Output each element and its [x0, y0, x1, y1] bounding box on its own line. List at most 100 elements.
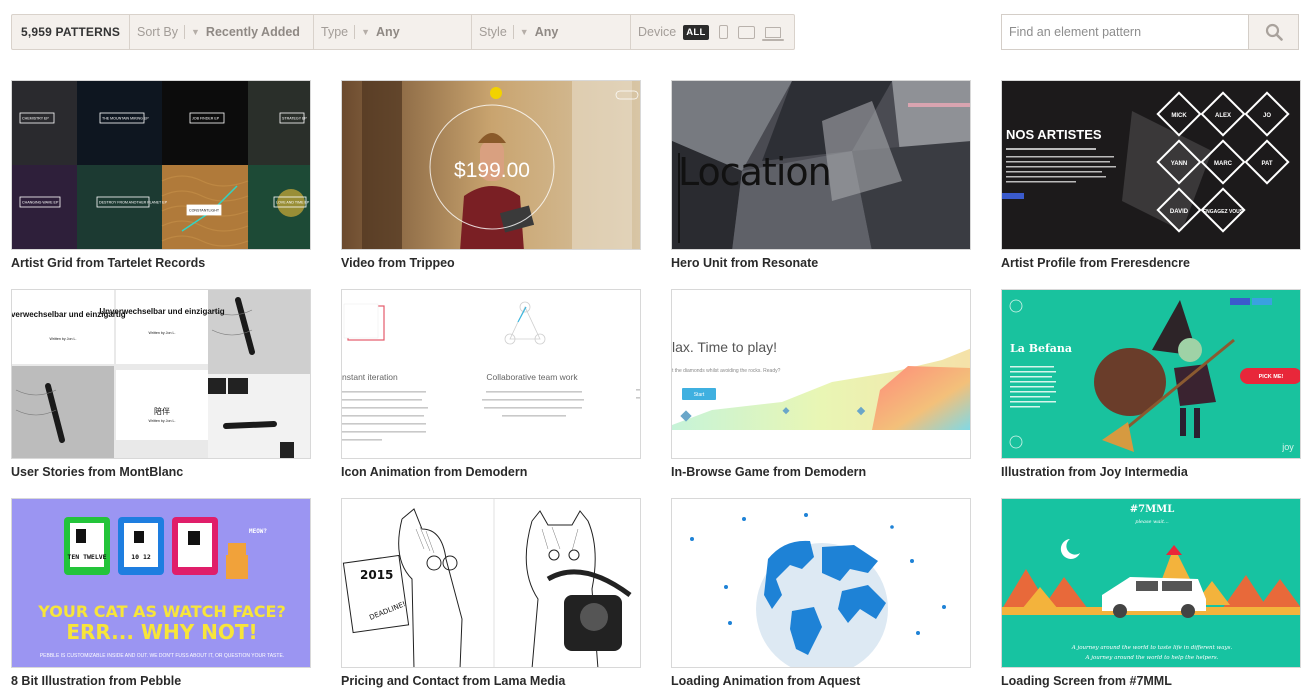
story-byline: Written by Jon L.: [149, 419, 176, 423]
pattern-thumbnail[interactable]: TEN TWELVE 10 12 MEOW? YOUR CAT AS WATCH…: [11, 498, 311, 668]
profile-heading: NOS ARTISTES: [1006, 127, 1102, 142]
search-box: [1001, 14, 1299, 50]
calendar-year: 2015: [360, 568, 393, 582]
sort-by-dropdown[interactable]: Sort By ▼ Recently Added: [130, 15, 314, 49]
album-label: THE MOUNTAIN MIKING EP: [102, 117, 149, 121]
game-start-button: Start: [694, 392, 705, 398]
pattern-card[interactable]: CHEMISTRY EP THE MOUNTAIN MIKING EP JOB …: [11, 80, 311, 270]
pattern-thumbnail[interactable]: 2015 DEADLINE!: [341, 498, 641, 668]
pattern-thumbnail[interactable]: CHEMISTRY EP THE MOUNTAIN MIKING EP JOB …: [11, 80, 311, 250]
illustration-preview: La Befana PICK ME! joy: [1002, 290, 1300, 458]
pattern-title[interactable]: Loading Screen from #7MML: [1001, 674, 1301, 688]
pattern-thumbnail[interactable]: lax. Time to play! t the diamonds whilst…: [671, 289, 971, 459]
promo-headline: YOUR CAT AS WATCH FACE?: [37, 602, 285, 621]
pebble-preview: TEN TWELVE 10 12 MEOW? YOUR CAT AS WATCH…: [12, 499, 310, 667]
pattern-thumbnail[interactable]: NOS ARTISTES MICK ALEX JO YANN MARC PAT: [1001, 80, 1301, 250]
feature-heading-left: nstant iteration: [342, 372, 398, 382]
watch-face-text: TEN TWELVE: [67, 553, 106, 561]
mml-subtitle: please wait...: [1135, 519, 1169, 525]
device-filter: Device ALL: [631, 15, 794, 49]
pattern-card[interactable]: Location Hero Unit from Resonate: [671, 80, 971, 270]
mml-caption: A journey around the world to help the h…: [1085, 655, 1219, 661]
divider: [512, 25, 514, 39]
mml-title: #7MML: [1130, 504, 1175, 515]
illustration-heading: La Befana: [1010, 342, 1072, 355]
laptop-icon[interactable]: [761, 26, 784, 41]
story-chinese: 陪伴: [154, 406, 170, 416]
pattern-thumbnail[interactable]: nstant iteration Collaborative team work: [341, 289, 641, 459]
divider: [354, 25, 356, 39]
hero-word: Location: [678, 150, 831, 194]
sort-by-value: Recently Added: [205, 25, 300, 39]
album-label: LOVE AND TIME EP: [276, 201, 310, 205]
watch-face-text: 10 12: [131, 553, 151, 561]
pattern-card[interactable]: 2015 DEADLINE! Pricing and Contact from …: [341, 498, 641, 688]
pattern-title[interactable]: Artist Profile from Freresdencre: [1001, 256, 1301, 270]
mml-caption: A journey around the world to taste life…: [1071, 645, 1233, 651]
pattern-card[interactable]: Loading Animation from Aquest: [671, 498, 971, 688]
pattern-thumbnail[interactable]: [671, 498, 971, 668]
pattern-title[interactable]: Hero Unit from Resonate: [671, 256, 971, 270]
pattern-title[interactable]: User Stories from MontBlanc: [11, 465, 311, 479]
promo-subtext: PEBBLE IS CUSTOMIZABLE INSIDE AND OUT. W…: [40, 653, 284, 659]
type-label: Type: [321, 25, 349, 39]
pattern-card[interactable]: nstant iteration Collaborative team work…: [341, 289, 641, 479]
artist-name: MARC: [1214, 161, 1233, 167]
album-label: CHANGING WAVE EP: [22, 201, 59, 205]
pattern-title[interactable]: Illustration from Joy Intermedia: [1001, 465, 1301, 479]
story-byline: Written by Jon L.: [50, 337, 77, 341]
pattern-card[interactable]: lax. Time to play! t the diamonds whilst…: [671, 289, 971, 479]
pattern-title[interactable]: Loading Animation from Aquest: [671, 674, 971, 688]
pattern-thumbnail[interactable]: Location: [671, 80, 971, 250]
pattern-thumbnail[interactable]: La Befana PICK ME! joy: [1001, 289, 1301, 459]
hero-unit-preview: Location: [672, 81, 970, 249]
style-label: Style: [479, 25, 507, 39]
artist-name: PAT: [1261, 161, 1272, 167]
feature-heading-right: Collaborative team work: [486, 372, 578, 382]
phone-icon[interactable]: [718, 25, 728, 39]
pricing-contact-preview: 2015 DEADLINE!: [342, 499, 640, 667]
pattern-title[interactable]: 8 Bit Illustration from Pebble: [11, 674, 311, 688]
search-button[interactable]: [1248, 15, 1298, 49]
pattern-card[interactable]: NOS ARTISTES MICK ALEX JO YANN MARC PAT: [1001, 80, 1301, 270]
album-label: DESTROY FROM ANOTHER PLANET EP: [99, 201, 168, 205]
caret-down-icon: ▼: [191, 27, 200, 37]
pattern-card[interactable]: #7MML please wait... A journey around th…: [1001, 498, 1301, 688]
loading-screen-preview: #7MML please wait... A journey around th…: [1002, 499, 1300, 667]
style-dropdown[interactable]: Style ▼ Any: [472, 15, 631, 49]
pattern-title[interactable]: Icon Animation from Demodern: [341, 465, 641, 479]
caret-down-icon: ▼: [361, 27, 371, 37]
artist-name: MICK: [1171, 113, 1187, 119]
artist-name: DAVID: [1170, 209, 1189, 215]
speech-bubble-text: MEOW?: [249, 528, 267, 535]
album-label: STRATEGY EP: [282, 117, 307, 121]
tablet-icon[interactable]: [737, 25, 755, 39]
game-heading: lax. Time to play!: [672, 339, 777, 355]
pattern-title[interactable]: Artist Grid from Tartelet Records: [11, 256, 311, 270]
pick-me-label: PICK ME!: [1259, 374, 1284, 380]
artist-name: ALEX: [1215, 113, 1231, 119]
pattern-title[interactable]: Pricing and Contact from Lama Media: [341, 674, 641, 688]
artist-name: JO: [1263, 113, 1271, 119]
pattern-card[interactable]: La Befana PICK ME! joy Illustration from…: [1001, 289, 1301, 479]
type-dropdown[interactable]: Type ▼ Any: [314, 15, 472, 49]
story-heading: Unverwechselbar und einzigartig: [99, 307, 224, 316]
filter-bar: 5,959 PATTERNS Sort By ▼ Recently Added …: [11, 14, 795, 50]
pattern-title[interactable]: Video from Trippeo: [341, 256, 641, 270]
divider: [184, 25, 185, 39]
pattern-thumbnail[interactable]: $199.00: [341, 80, 641, 250]
pattern-card[interactable]: $199.00 Video from Trippeo: [341, 80, 641, 270]
story-byline: Written by Jon L.: [149, 331, 176, 335]
pattern-count: 5,959 PATTERNS: [12, 15, 130, 49]
search-input[interactable]: [1002, 15, 1248, 49]
pattern-card[interactable]: TEN TWELVE 10 12 MEOW? YOUR CAT AS WATCH…: [11, 498, 311, 688]
sort-by-label: Sort By: [137, 25, 178, 39]
game-preview: lax. Time to play! t the diamonds whilst…: [672, 290, 970, 458]
pattern-title[interactable]: In-Browse Game from Demodern: [671, 465, 971, 479]
pattern-thumbnail[interactable]: Unverwechselbar und einzigartig Written …: [11, 289, 311, 459]
pattern-card[interactable]: Unverwechselbar und einzigartig Written …: [11, 289, 311, 479]
user-stories-preview: Unverwechselbar und einzigartig Written …: [12, 290, 310, 458]
pattern-thumbnail[interactable]: #7MML please wait... A journey around th…: [1001, 498, 1301, 668]
game-instructions: t the diamonds whilst avoiding the rocks…: [672, 368, 781, 374]
device-all-button[interactable]: ALL: [683, 24, 709, 40]
